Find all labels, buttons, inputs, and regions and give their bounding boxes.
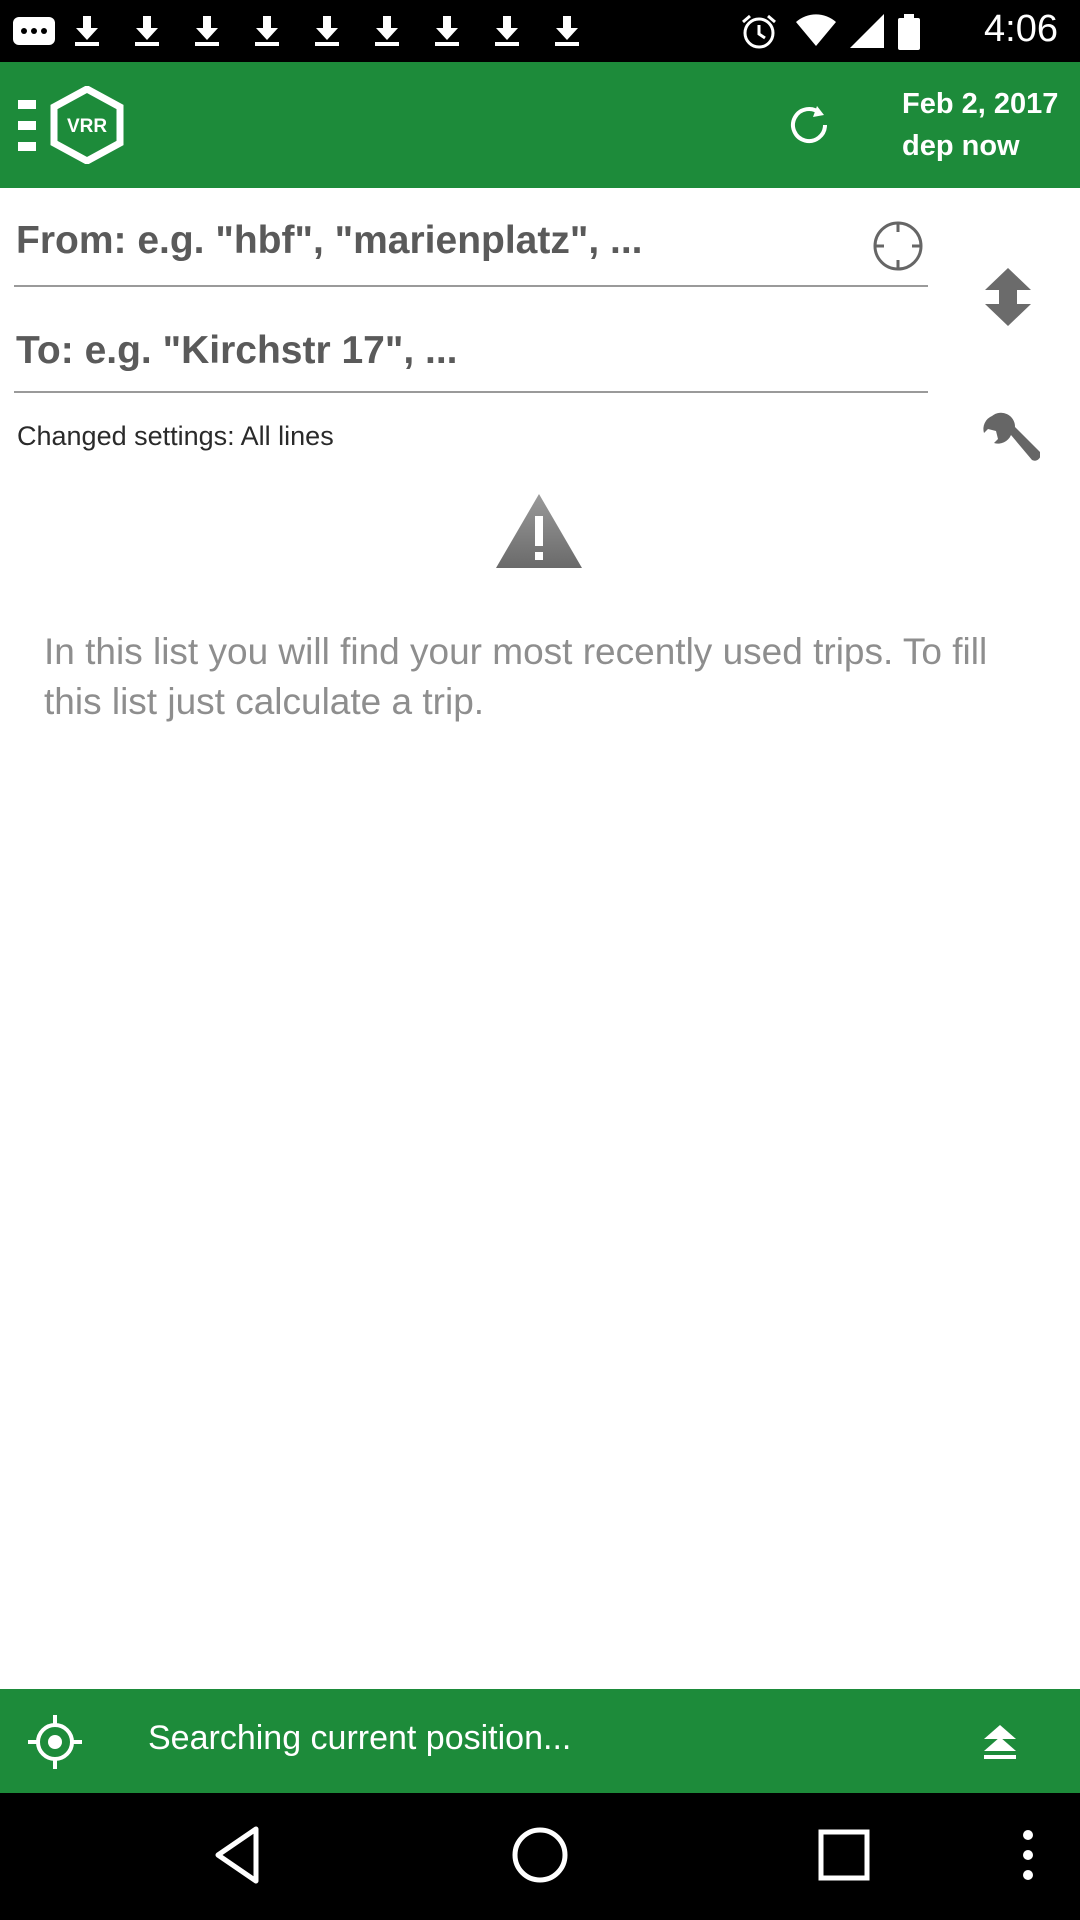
- download-icon: [255, 16, 279, 46]
- to-input[interactable]: [16, 323, 866, 379]
- wrench-icon[interactable]: [980, 412, 1040, 472]
- expand-up-icon[interactable]: [984, 1725, 1016, 1759]
- from-input[interactable]: [16, 213, 866, 269]
- home-icon[interactable]: [508, 1823, 572, 1887]
- svg-text:VRR: VRR: [67, 116, 107, 137]
- vrr-logo[interactable]: VRR: [48, 86, 126, 164]
- refresh-icon[interactable]: [785, 102, 835, 148]
- download-icon: [75, 16, 99, 46]
- clock: 4:06: [984, 8, 1058, 50]
- back-icon[interactable]: [206, 1823, 270, 1887]
- to-field-container: [14, 315, 928, 393]
- download-icon: [135, 16, 159, 46]
- download-icon: [315, 16, 339, 46]
- download-icon: [375, 16, 399, 46]
- app-bar: VRR Feb 2, 2017 dep now: [0, 62, 1080, 188]
- system-nav-bar: [0, 1793, 1080, 1920]
- departure-label[interactable]: dep now: [902, 130, 1020, 163]
- changed-settings-text[interactable]: Changed settings: All lines: [17, 421, 334, 452]
- download-icon: [495, 16, 519, 46]
- alarm-icon: [742, 14, 776, 49]
- date-label[interactable]: Feb 2, 2017: [902, 88, 1058, 121]
- menu-icon[interactable]: [18, 98, 40, 154]
- download-icon: [435, 16, 459, 46]
- warning-icon: [496, 494, 582, 568]
- download-icon: [555, 16, 579, 46]
- signal-icon: [850, 14, 884, 48]
- position-status-text: Searching current position...: [148, 1719, 572, 1757]
- recent-trips-hint: In this list you will find your most rec…: [44, 631, 988, 722]
- from-field-container: [14, 205, 928, 287]
- battery-icon: [898, 14, 920, 50]
- swap-icon[interactable]: [983, 268, 1033, 326]
- wifi-icon: [796, 14, 836, 46]
- position-bar[interactable]: Searching current position...: [0, 1689, 1080, 1793]
- recents-icon[interactable]: [812, 1823, 876, 1887]
- gps-icon[interactable]: [28, 1715, 82, 1769]
- locate-icon[interactable]: [872, 220, 924, 272]
- more-options-icon[interactable]: [1000, 1823, 1056, 1887]
- messages-icon: [13, 17, 55, 45]
- status-bar: 4:06: [0, 0, 1080, 62]
- download-icon: [195, 16, 219, 46]
